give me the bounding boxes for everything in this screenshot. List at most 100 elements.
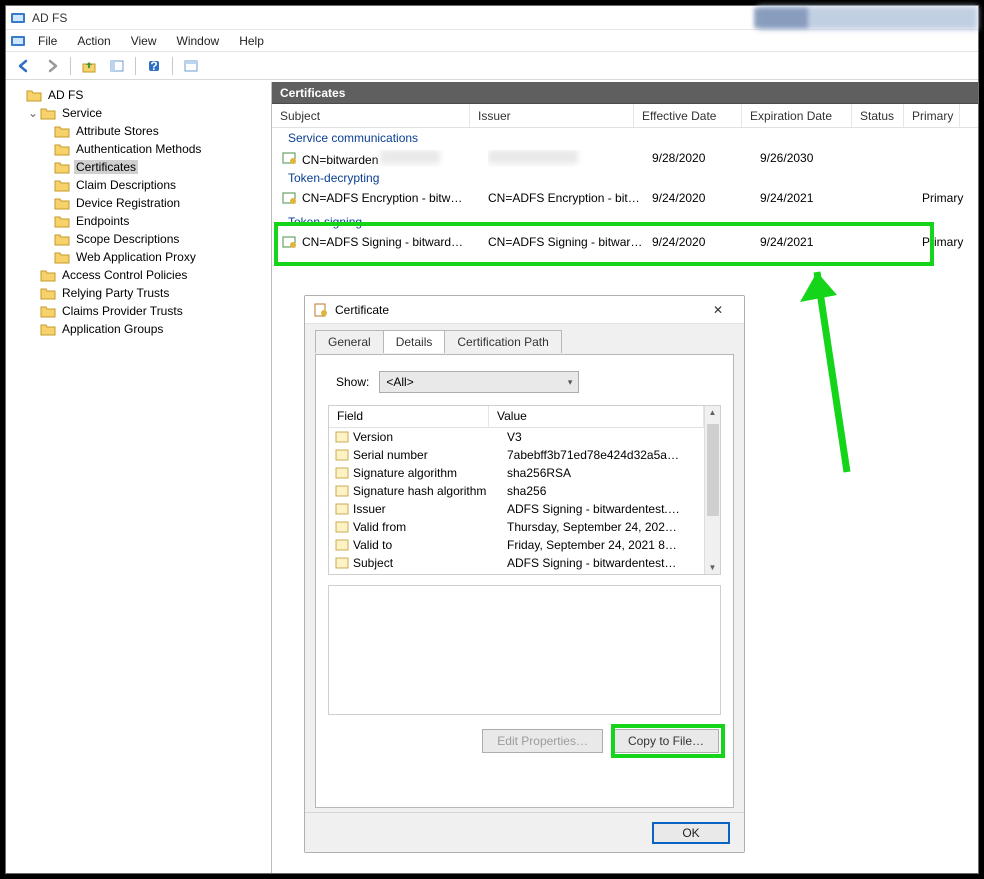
tree-root[interactable]: AD FS: [8, 86, 269, 104]
tree-claim-descriptions[interactable]: Claim Descriptions: [8, 176, 269, 194]
folder-icon: [54, 160, 70, 174]
folder-icon: [54, 250, 70, 264]
tab-certification-path[interactable]: Certification Path: [444, 330, 561, 353]
help-button[interactable]: ?: [142, 55, 166, 77]
close-button[interactable]: ✕: [700, 299, 736, 321]
field-icon: [335, 521, 349, 533]
tree-label: Device Registration: [74, 196, 182, 210]
certificates-list: Service communications CN=bitwarden 9/28…: [272, 128, 978, 252]
expander-icon[interactable]: ⌄: [26, 106, 40, 120]
back-button[interactable]: [12, 55, 36, 77]
tree-application-groups[interactable]: Application Groups: [8, 320, 269, 338]
field-icon: [335, 485, 349, 497]
show-dropdown[interactable]: <All> ▾: [379, 371, 579, 393]
tree-label: Claim Descriptions: [74, 178, 178, 192]
tree-label: Relying Party Trusts: [60, 286, 171, 300]
scroll-up-icon[interactable]: ▲: [709, 406, 717, 419]
group-token-decrypting: Token-decrypting: [272, 168, 978, 188]
grid-row[interactable]: Valid fromThursday, September 24, 202…: [329, 518, 704, 536]
menu-view[interactable]: View: [123, 32, 165, 50]
scroll-down-icon[interactable]: ▼: [709, 561, 717, 574]
toolbar-separator: [172, 57, 173, 75]
cell-expiration: 9/24/2021: [760, 235, 870, 249]
dialog-titlebar: Certificate ✕: [305, 296, 744, 324]
grid-field: Valid from: [353, 520, 507, 534]
tree-endpoints[interactable]: Endpoints: [8, 212, 269, 230]
grid-row[interactable]: Valid toFriday, September 24, 2021 8…: [329, 536, 704, 554]
cell-subject: CN=ADFS Signing - bitward…: [302, 235, 488, 249]
grid-row[interactable]: VersionV3: [329, 428, 704, 446]
show-hide-tree-button[interactable]: [105, 55, 129, 77]
tree-web-application-proxy[interactable]: Web Application Proxy: [8, 248, 269, 266]
grid-scrollbar[interactable]: ▲ ▼: [704, 406, 720, 574]
tree-certificates[interactable]: Certificates: [8, 158, 269, 176]
tree-access-control-policies[interactable]: Access Control Policies: [8, 266, 269, 284]
grid-col-value[interactable]: Value: [489, 406, 704, 427]
cell-effective: 9/28/2020: [652, 151, 760, 165]
menu-file[interactable]: File: [30, 32, 65, 50]
dialog-footer: OK: [305, 812, 744, 852]
tree-scope-descriptions[interactable]: Scope Descriptions: [8, 230, 269, 248]
grid-value: sha256: [507, 484, 704, 498]
mmc-window: AD FS File Action View Window Help ?: [5, 5, 979, 874]
list-pane-icon: [184, 59, 198, 73]
col-expiration[interactable]: Expiration Date: [742, 104, 852, 127]
grid-row[interactable]: Signature algorithmsha256RSA: [329, 464, 704, 482]
cell-effective: 9/24/2020: [652, 191, 760, 205]
tree-device-registration[interactable]: Device Registration: [8, 194, 269, 212]
tab-details[interactable]: Details: [383, 330, 446, 353]
forward-button[interactable]: [40, 55, 64, 77]
grid-field: Valid to: [353, 538, 507, 552]
up-button[interactable]: [77, 55, 101, 77]
tree-authentication-methods[interactable]: Authentication Methods: [8, 140, 269, 158]
menu-window[interactable]: Window: [169, 32, 228, 50]
details-grid[interactable]: Field Value VersionV3Serial number7abebf…: [328, 405, 721, 575]
tree-label: Claims Provider Trusts: [60, 304, 185, 318]
cert-row-token-decrypting[interactable]: CN=ADFS Encryption - bitw… CN=ADFS Encry…: [272, 188, 978, 208]
tree-claims-provider-trusts[interactable]: Claims Provider Trusts: [8, 302, 269, 320]
refresh-button[interactable]: [179, 55, 203, 77]
censored-region: [754, 8, 808, 28]
grid-col-field[interactable]: Field: [329, 406, 489, 427]
cert-row-service-comm[interactable]: CN=bitwarden 9/28/2020 9/26/2030: [272, 148, 978, 168]
col-primary[interactable]: Primary: [904, 104, 960, 127]
tree-label: Certificates: [74, 160, 138, 174]
grid-field: Version: [353, 430, 507, 444]
tree-attribute-stores[interactable]: Attribute Stores: [8, 122, 269, 140]
tree-relying-party-trusts[interactable]: Relying Party Trusts: [8, 284, 269, 302]
col-status[interactable]: Status: [852, 104, 904, 127]
field-icon: [335, 431, 349, 443]
tree-service[interactable]: ⌄ Service: [8, 104, 269, 122]
scroll-thumb[interactable]: [707, 424, 719, 516]
cell-subject: CN=bitwarden: [302, 150, 488, 167]
grid-row[interactable]: Signature hash algorithmsha256: [329, 482, 704, 500]
cert-row-token-signing[interactable]: CN=ADFS Signing - bitward… CN=ADFS Signi…: [272, 232, 978, 252]
svg-text:?: ?: [150, 59, 157, 73]
ok-button[interactable]: OK: [652, 822, 730, 844]
grid-row[interactable]: SubjectADFS Signing - bitwardentest…: [329, 554, 704, 572]
grid-header: Field Value: [329, 406, 704, 428]
menu-action[interactable]: Action: [69, 32, 118, 50]
field-icon: [335, 557, 349, 569]
cell-primary: Primary: [922, 191, 978, 205]
tab-general[interactable]: General: [315, 330, 384, 353]
col-subject[interactable]: Subject: [272, 104, 470, 127]
folder-icon: [54, 232, 70, 246]
grid-value: Thursday, September 24, 202…: [507, 520, 704, 534]
folder-icon: [40, 106, 56, 120]
cell-issuer: CN=ADFS Signing - bitwar…: [488, 235, 652, 249]
details-value-box: [328, 585, 721, 715]
console-tree[interactable]: AD FS ⌄ Service Attribute Stores Authent…: [6, 82, 272, 873]
certificate-icon: [313, 302, 329, 318]
menu-help[interactable]: Help: [231, 32, 272, 50]
column-headers[interactable]: Subject Issuer Effective Date Expiration…: [272, 104, 978, 128]
cell-subject: CN=ADFS Encryption - bitw…: [302, 191, 488, 205]
copy-to-file-button[interactable]: Copy to File…: [613, 729, 719, 753]
col-issuer[interactable]: Issuer: [470, 104, 634, 127]
titlebar: AD FS: [6, 6, 978, 30]
cell-issuer: CN=ADFS Encryption - bit…: [488, 191, 652, 205]
grid-row[interactable]: IssuerADFS Signing - bitwardentest.…: [329, 500, 704, 518]
folder-icon: [54, 124, 70, 138]
col-effective[interactable]: Effective Date: [634, 104, 742, 127]
grid-row[interactable]: Serial number7abebff3b71ed78e424d32a5a…: [329, 446, 704, 464]
